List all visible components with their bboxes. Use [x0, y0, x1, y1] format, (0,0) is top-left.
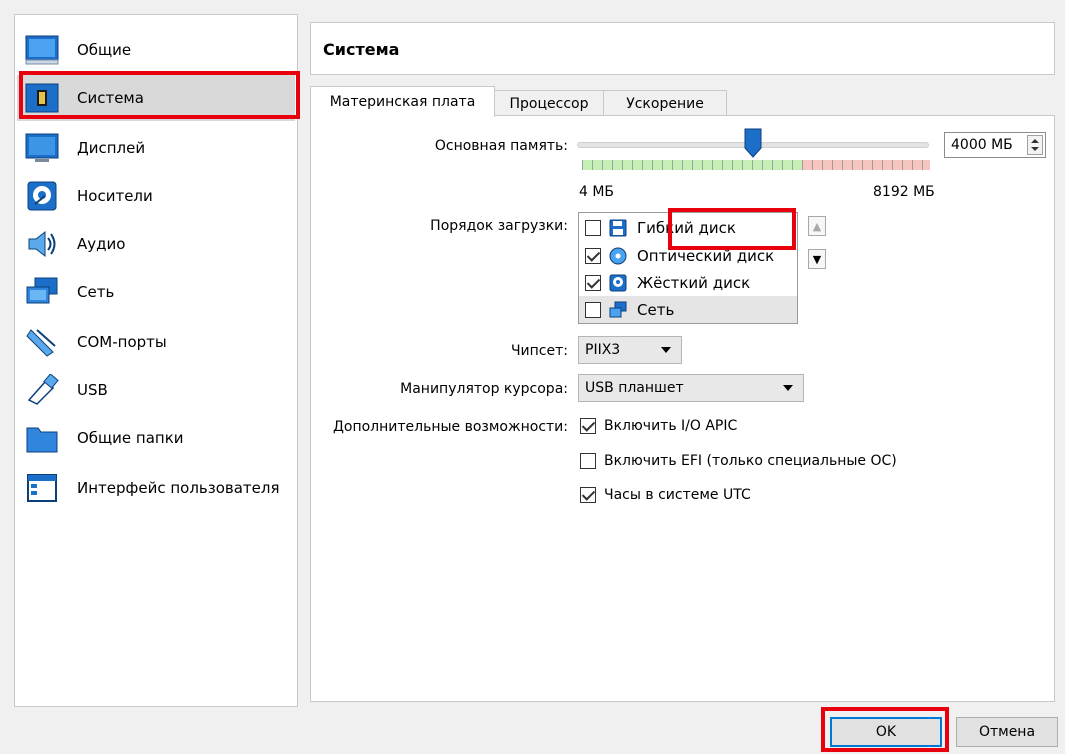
storage-icon: [23, 177, 61, 215]
sidebar-item-user-interface[interactable]: Интерфейс пользователя: [17, 465, 295, 511]
sidebar-item-network[interactable]: Сеть: [17, 269, 295, 315]
boot-item-optical[interactable]: Оптический диск: [579, 242, 797, 269]
page-title: Система: [323, 40, 400, 59]
network-icon: [609, 301, 627, 317]
io-apic-option[interactable]: Включить I/O APIC: [580, 418, 737, 434]
memory-spinbox[interactable]: 4000 МБ: [944, 132, 1046, 158]
shared-folders-icon: [23, 419, 61, 457]
utc-clock-option[interactable]: Часы в системе UTC: [580, 487, 751, 503]
efi-option[interactable]: Включить EFI (только специальные ОС): [580, 453, 897, 469]
memory-max-label: 8192 МБ: [873, 184, 935, 200]
serial-ports-icon: [23, 323, 61, 361]
sidebar-item-general[interactable]: Общие: [17, 27, 295, 73]
tab-acceleration[interactable]: Ускорение: [603, 90, 727, 117]
chevron-down-icon: [783, 385, 793, 391]
pointing-device-label: Манипулятор курсора:: [400, 381, 568, 397]
memory-min-label: 4 МБ: [579, 184, 615, 200]
tab-motherboard[interactable]: Материнская плата: [310, 86, 495, 117]
utc-clock-checkbox[interactable]: [580, 487, 596, 503]
sidebar-item-serial-ports[interactable]: COM-порты: [17, 319, 295, 365]
memory-slider-ticks: [582, 160, 930, 170]
hard-disk-icon: [609, 274, 627, 291]
efi-checkbox[interactable]: [580, 453, 596, 469]
sidebar-item-display[interactable]: Дисплей: [17, 125, 295, 171]
settings-sidebar: Общие Система Дисплей Носители Аудио Сет…: [14, 14, 298, 707]
cancel-button[interactable]: Отмена: [956, 717, 1058, 747]
boot-optical-checkbox[interactable]: [585, 247, 601, 264]
pointing-device-select[interactable]: USB планшет: [578, 374, 804, 402]
user-interface-icon: [23, 469, 61, 507]
boot-network-checkbox[interactable]: [585, 301, 601, 318]
features-label: Дополнительные возможности:: [332, 419, 568, 435]
display-icon: [23, 129, 61, 167]
move-down-button[interactable]: ▼: [808, 249, 826, 269]
sidebar-item-audio[interactable]: Аудио: [17, 221, 295, 267]
move-up-button[interactable]: ▲: [808, 216, 826, 236]
section-header: Система: [310, 22, 1055, 75]
memory-label: Основная память:: [434, 138, 568, 154]
floppy-icon: [609, 219, 627, 236]
network-icon: [23, 273, 61, 311]
boot-order-label: Порядок загрузки:: [430, 218, 568, 234]
motherboard-panel: [310, 115, 1055, 702]
boot-item-network[interactable]: Сеть: [579, 296, 797, 323]
memory-slider-thumb[interactable]: [744, 128, 762, 158]
system-icon: [23, 79, 61, 117]
sidebar-item-system[interactable]: Система: [17, 75, 295, 121]
audio-icon: [23, 225, 61, 263]
boot-hard-disk-checkbox[interactable]: [585, 274, 601, 291]
memory-value: 4000 МБ: [951, 137, 1013, 153]
tab-processor[interactable]: Процессор: [494, 90, 604, 117]
optical-disc-icon: [609, 247, 627, 264]
sidebar-item-usb[interactable]: USB: [17, 367, 295, 413]
general-icon: [23, 31, 61, 69]
chipset-label: Чипсет:: [510, 343, 568, 359]
sidebar-item-storage[interactable]: Носители: [17, 173, 295, 219]
io-apic-checkbox[interactable]: [580, 418, 596, 434]
boot-item-hard-disk[interactable]: Жёсткий диск: [579, 269, 797, 296]
chevron-down-icon: [661, 347, 671, 353]
memory-spin-buttons[interactable]: [1027, 135, 1043, 155]
usb-icon: [23, 371, 61, 409]
boot-item-floppy[interactable]: Гибкий диск: [579, 214, 797, 241]
boot-order-list[interactable]: Гибкий диск Оптический диск Жёсткий диск…: [578, 212, 798, 324]
ok-button[interactable]: OK: [830, 717, 942, 747]
sidebar-item-shared-folders[interactable]: Общие папки: [17, 415, 295, 461]
chipset-select[interactable]: PIIX3: [578, 336, 682, 364]
boot-floppy-checkbox[interactable]: [585, 219, 601, 236]
